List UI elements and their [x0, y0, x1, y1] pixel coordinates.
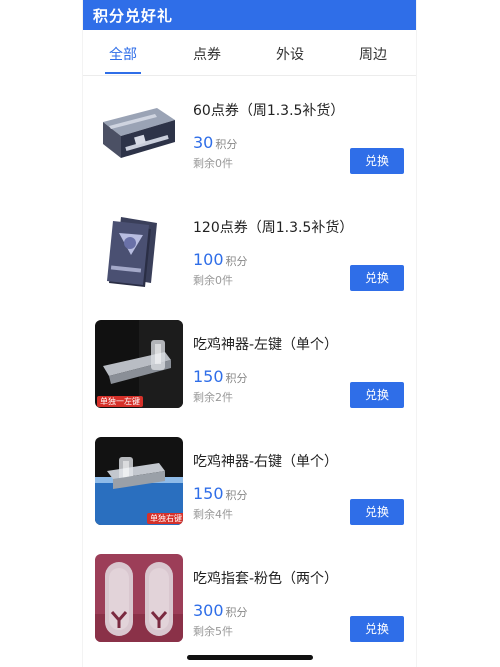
item-price: 300 积分 [193, 601, 248, 620]
page-title: 积分兑好礼 [93, 7, 174, 25]
price-value: 30 [193, 133, 214, 152]
list-item[interactable]: 吃鸡指套-粉色（两个） 300 积分 剩余5件 兑换 [83, 544, 416, 661]
item-price: 150 积分 [193, 367, 248, 386]
item-title: 吃鸡神器-右键（单个） [193, 454, 339, 470]
phone-screen: 积分兑好礼 全部 点券 外设 周边 60点券（周1.3.5补货） 30 积分 剩… [83, 0, 416, 667]
coupon-case-icon [95, 86, 183, 174]
item-title: 吃鸡指套-粉色（两个） [193, 571, 339, 587]
coupon-cards-icon [95, 203, 183, 291]
price-unit: 积分 [225, 606, 248, 619]
stock-remaining: 剩余0件 [193, 274, 233, 287]
product-badge: 单独一左键 [97, 396, 143, 407]
tab-coupons[interactable]: 点券 [177, 44, 237, 64]
redeem-button[interactable]: 兑换 [350, 616, 404, 642]
list-item[interactable]: 120点券（周1.3.5补货） 100 积分 剩余0件 兑换 [83, 193, 416, 310]
active-tab-indicator [105, 72, 141, 74]
finger-sleeve-icon [95, 554, 183, 642]
redeem-button[interactable]: 兑换 [350, 148, 404, 174]
list-item[interactable]: 单独一左键 吃鸡神器-左键（单个） 150 积分 剩余2件 兑换 [83, 310, 416, 427]
trigger-right-icon: 单独右键 [95, 437, 183, 525]
item-price: 100 积分 [193, 250, 248, 269]
price-unit: 积分 [225, 489, 248, 502]
stock-remaining: 剩余4件 [193, 508, 233, 521]
list-item[interactable]: 60点券（周1.3.5补货） 30 积分 剩余0件 兑换 [83, 76, 416, 193]
tab-all[interactable]: 全部 [93, 44, 153, 64]
price-value: 150 [193, 367, 224, 386]
redeem-button[interactable]: 兑换 [350, 382, 404, 408]
stock-remaining: 剩余2件 [193, 391, 233, 404]
redeem-button[interactable]: 兑换 [350, 265, 404, 291]
price-unit: 积分 [215, 138, 238, 151]
product-badge: 单独右键 [147, 513, 183, 524]
item-title: 吃鸡神器-左键（单个） [193, 337, 339, 353]
stock-remaining: 剩余0件 [193, 157, 233, 170]
tab-peripherals[interactable]: 外设 [260, 44, 320, 64]
price-unit: 积分 [225, 372, 248, 385]
price-value: 300 [193, 601, 224, 620]
stock-remaining: 剩余5件 [193, 625, 233, 638]
item-price: 150 积分 [193, 484, 248, 503]
tab-merch[interactable]: 周边 [343, 44, 403, 64]
right-margin [418, 0, 500, 667]
list-item[interactable]: 单独右键 吃鸡神器-右键（单个） 150 积分 剩余4件 兑换 [83, 427, 416, 544]
price-value: 100 [193, 250, 224, 269]
price-value: 150 [193, 484, 224, 503]
left-margin [0, 0, 82, 667]
item-price: 30 积分 [193, 133, 237, 152]
home-indicator [187, 655, 313, 660]
item-title: 120点券（周1.3.5补货） [193, 220, 354, 236]
item-title: 60点券（周1.3.5补货） [193, 103, 345, 119]
header-bar: 积分兑好礼 [83, 0, 416, 30]
trigger-left-icon: 单独一左键 [95, 320, 183, 408]
redeem-button[interactable]: 兑换 [350, 499, 404, 525]
price-unit: 积分 [225, 255, 248, 268]
category-tabs: 全部 点券 外设 周边 [83, 30, 416, 76]
